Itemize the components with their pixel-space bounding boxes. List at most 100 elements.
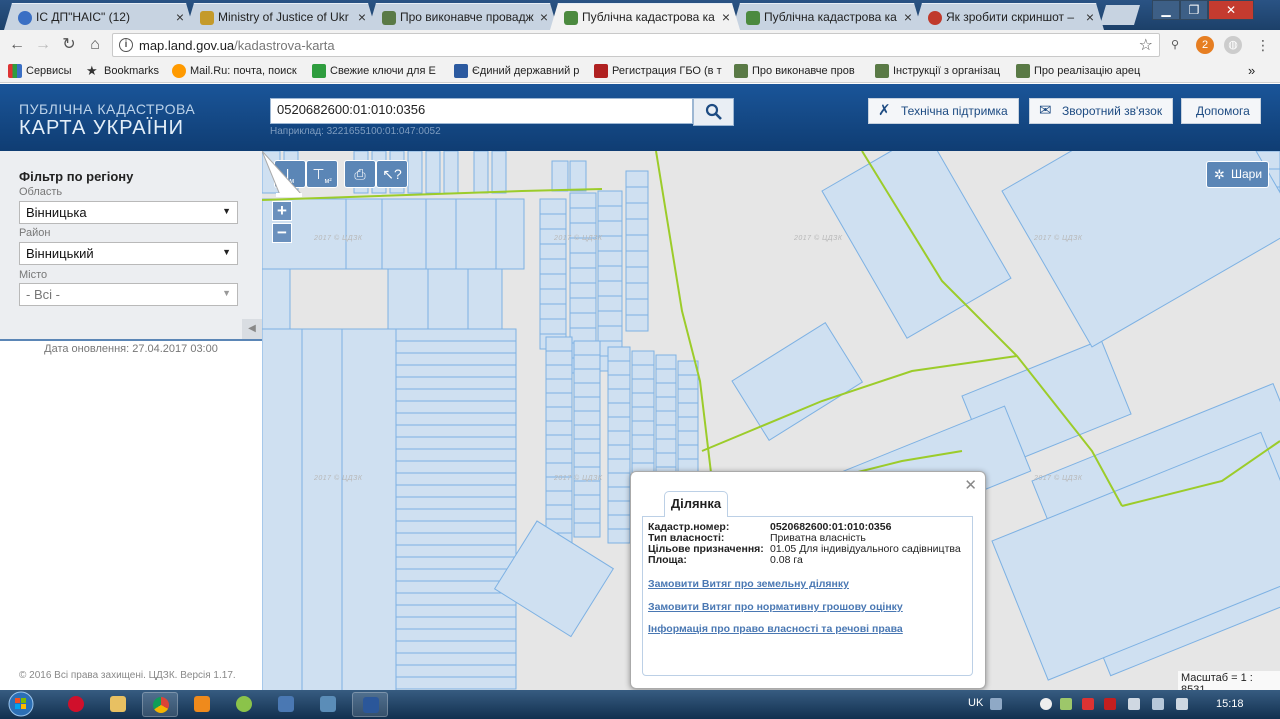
extension-icon[interactable]: ◍ — [1224, 36, 1242, 54]
menu-dots-icon[interactable]: ⋮ — [1254, 36, 1272, 54]
close-tab-icon[interactable]: × — [540, 4, 548, 30]
bookmark-item[interactable]: Про реалізацію арец — [1016, 63, 1140, 79]
language-indicator[interactable]: UK — [968, 697, 983, 709]
taskbar-app[interactable] — [310, 692, 346, 717]
tab-parcel[interactable]: Ділянка — [664, 491, 728, 517]
tray-app-icon[interactable] — [1040, 698, 1052, 710]
order-valuation-link[interactable]: Замовити Витяг про нормативну грошову оц… — [648, 601, 903, 613]
close-icon[interactable]: ✕ — [964, 476, 977, 494]
technical-support-button[interactable]: ✗ Технічна підтримка — [868, 98, 1019, 124]
close-tab-icon[interactable]: × — [358, 4, 366, 30]
browser-tab[interactable]: ІС ДП"НАІС" (12) × — [4, 3, 194, 30]
browser-window: ІС ДП"НАІС" (12) × Ministry of Justice o… — [0, 0, 1280, 719]
taskbar-media[interactable] — [184, 692, 220, 717]
taskbar-word[interactable] — [352, 692, 388, 717]
trident-icon — [454, 64, 468, 78]
dropdown-arrow-icon: ▼ — [222, 247, 231, 257]
clock[interactable]: 15:18 — [1216, 698, 1244, 710]
pdf-icon[interactable] — [1104, 698, 1116, 710]
keyboard-icon[interactable] — [990, 698, 1002, 710]
oblast-label: Область — [19, 186, 63, 198]
tray-app-icon[interactable] — [1082, 698, 1094, 710]
tray-app-icon[interactable] — [1060, 698, 1072, 710]
identify-tool[interactable]: ↖? — [376, 160, 408, 188]
forward-arrow-icon[interactable]: → — [32, 34, 54, 56]
bookmark-item[interactable]: Сервисы — [8, 63, 72, 79]
back-arrow-icon[interactable]: ← — [6, 34, 28, 56]
bookmark-item[interactable]: Про виконавче пров — [734, 63, 855, 79]
flag-icon[interactable] — [1128, 698, 1140, 710]
zoom-in-button[interactable]: + — [272, 201, 292, 221]
feedback-label: Зворотний зв'язок — [1062, 104, 1163, 118]
feedback-button[interactable]: ✉ Зворотний зв'язок — [1029, 98, 1174, 124]
taskbar-app[interactable] — [268, 692, 304, 717]
close-tab-icon[interactable]: × — [904, 4, 912, 30]
url-host: map.land.gov.ua — [139, 38, 235, 53]
city-value: - Всі - — [26, 287, 60, 302]
search-button[interactable] — [693, 98, 734, 126]
minimize-button[interactable]: ▁ — [1152, 0, 1180, 20]
new-tab-button[interactable] — [1100, 5, 1140, 25]
technical-support-label: Технічна підтримка — [901, 104, 1008, 118]
gbo-icon — [594, 64, 608, 78]
browser-tab[interactable]: Як зробити скриншот – × — [914, 3, 1104, 30]
layers-label: Шари — [1231, 167, 1263, 181]
collapse-panel-button[interactable]: ◀ — [242, 319, 262, 339]
taskbar-app[interactable] — [226, 692, 262, 717]
bookmark-label: Bookmarks — [104, 65, 160, 77]
bookmark-item[interactable]: Інструкції з організац — [875, 63, 1000, 79]
browser-tab[interactable]: Про виконавче провадж × — [368, 3, 558, 30]
layers-button[interactable]: ✲ Шари — [1206, 161, 1269, 188]
cadastral-search-input[interactable]: 0520682600:01:010:0356 — [270, 98, 693, 124]
printer-icon: ⎙ — [354, 166, 366, 182]
restore-button[interactable]: ❐ — [1180, 0, 1208, 20]
bookmark-item[interactable]: Свежие ключи для E — [312, 63, 436, 79]
oblast-select[interactable]: Вінницька ▼ — [19, 201, 238, 224]
info-icon[interactable]: i — [119, 38, 133, 52]
home-icon[interactable]: ⌂ — [84, 34, 106, 56]
app-icon — [236, 696, 252, 712]
reload-icon[interactable]: ↻ — [58, 34, 80, 56]
more-bookmarks-chevron[interactable]: » — [1248, 63, 1255, 79]
taskbar-opera[interactable] — [58, 692, 94, 717]
close-tab-icon[interactable]: × — [722, 4, 730, 30]
start-button[interactable] — [4, 690, 44, 719]
close-tab-icon[interactable]: × — [1086, 4, 1094, 30]
bookmark-star-icon[interactable]: ☆ — [1139, 35, 1153, 55]
close-tab-icon[interactable]: × — [176, 4, 184, 30]
city-select[interactable]: - Всі - ▼ — [19, 283, 238, 306]
bookmark-item[interactable]: Єдиний державний р — [454, 63, 579, 79]
network-icon[interactable] — [1152, 698, 1164, 710]
print-tool[interactable]: ⎙ — [344, 160, 376, 188]
bookmark-item[interactable]: ★ Bookmarks — [86, 63, 159, 79]
cadastral-map[interactable]: 2017 © ЦДЗК 2017 © ЦДЗК 2017 © ЦДЗК 2017… — [262, 151, 1280, 691]
site-header: ПУБЛІЧНА КАДАСТРОВА КАРТА УКРАЇНИ 052068… — [0, 84, 1280, 151]
envelope-icon: ✉ — [1039, 102, 1052, 119]
dropdown-arrow-icon: ▼ — [222, 206, 231, 216]
measure-area-tool[interactable]: ⊤м² — [306, 160, 338, 188]
help-button[interactable]: Допомога — [1181, 98, 1261, 124]
order-extract-link[interactable]: Замовити Витяг про земельну ділянку — [648, 578, 849, 590]
taskbar-chrome[interactable] — [142, 692, 178, 717]
zoom-out-button[interactable]: − — [272, 223, 292, 243]
browser-tab[interactable]: Публічна кадастрова ка × — [732, 3, 922, 30]
city-label: Місто — [19, 269, 48, 281]
browser-tab-active[interactable]: Публічна кадастрова ка × — [550, 3, 740, 30]
extension-badge-icon[interactable]: 2 — [1196, 36, 1214, 54]
ministry-icon — [875, 64, 889, 78]
map-watermark: 2017 © ЦДЗК — [554, 235, 603, 242]
logo-line1: ПУБЛІЧНА КАДАСТРОВА — [19, 101, 196, 117]
bookmark-item[interactable]: Регистрация ГБО (в т — [594, 63, 722, 79]
copyright-text: © 2016 Всі права захищені. ЦДЗК. Версія … — [19, 670, 236, 681]
close-window-button[interactable]: ✕ — [1208, 0, 1254, 20]
map-watermark: 2017 © ЦДЗК — [1034, 475, 1083, 482]
volume-icon[interactable] — [1176, 698, 1188, 710]
rayon-select[interactable]: Вінницький ▼ — [19, 242, 238, 265]
bookmark-item[interactable]: Mail.Ru: почта, поиск — [172, 63, 297, 79]
browser-tab[interactable]: Ministry of Justice of Ukr × — [186, 3, 376, 30]
taskbar-explorer[interactable] — [100, 692, 136, 717]
area-ruler-icon: ⊤м² — [312, 166, 332, 185]
extension-icon[interactable]: ⚲ — [1166, 36, 1184, 54]
ownership-info-link[interactable]: Інформація про право власності та речові… — [648, 623, 903, 635]
address-bar[interactable]: i map.land.gov.ua/kadastrova-karta ☆ — [112, 33, 1160, 57]
